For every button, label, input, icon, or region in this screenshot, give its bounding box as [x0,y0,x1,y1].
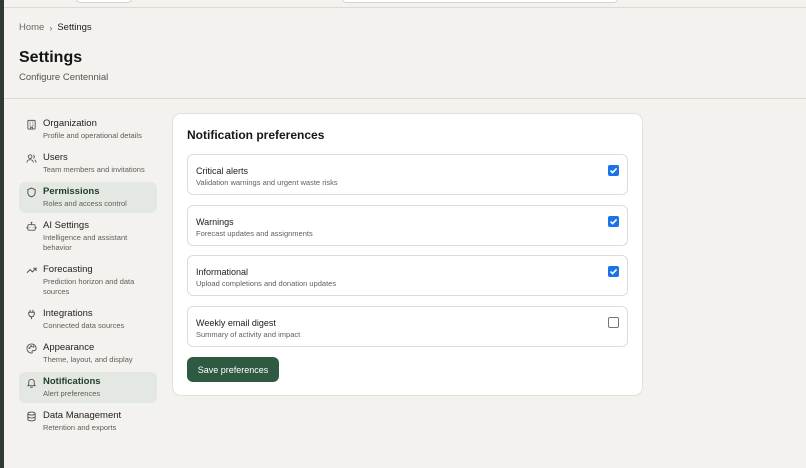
breadcrumb: Home › Settings [19,22,92,33]
breadcrumb-current: Settings [57,22,92,33]
pref-description: Forecast updates and assignments [196,229,313,238]
sidebar-item-permissions[interactable]: Permissions Roles and access control [19,182,157,213]
sidebar-item-organization[interactable]: Organization Profile and operational deta… [19,114,157,145]
page-subtitle: Configure Centennial [19,72,109,83]
sidebar-item-label: Users [43,152,68,163]
sidebar-item-label: Data Management [43,410,122,421]
sidebar-item-description: Intelligence and assistant behavior [43,233,128,252]
top-bar [4,0,806,8]
building-icon [26,119,37,130]
top-control[interactable] [76,0,132,3]
pref-row-warnings[interactable]: Warnings Forecast updates and assignment… [187,205,628,246]
sidebar-item-users[interactable]: Users Team members and invitations [19,148,157,179]
sidebar-item-appearance[interactable]: Appearance Theme, layout, and display [19,338,157,369]
save-preferences-button[interactable]: Save preferences [187,357,279,382]
pref-label: Critical alerts [196,166,249,176]
sidebar-item-label: Permissions [43,186,100,197]
pref-description: Summary of activity and impact [196,330,301,339]
sidebar-item-description: Profile and operational details [43,131,142,140]
sidebar-item-label: Forecasting [43,264,93,275]
sidebar-item-label: Integrations [43,308,93,319]
trending-up-icon [26,265,37,276]
critical-alerts-checkbox[interactable] [608,165,619,176]
sidebar-item-description: Alert preferences [43,389,101,398]
informational-checkbox[interactable] [608,266,619,277]
sidebar-item-description: Theme, layout, and display [43,355,133,364]
pref-label: Informational [196,267,249,277]
pref-description: Validation warnings and urgent waste ris… [196,178,338,187]
users-icon [26,153,37,164]
pref-label: Warnings [196,217,234,227]
sidebar-item-forecasting[interactable]: Forecasting Prediction horizon and data s… [19,260,157,301]
palette-icon [26,343,37,354]
pref-row-informational[interactable]: Informational Upload completions and don… [187,255,628,296]
sidebar-item-integrations[interactable]: Integrations Connected data sources [19,304,157,335]
sidebar-item-label: Organization [43,118,97,129]
sidebar-item-data-management[interactable]: Data Management Retention and exports [19,406,157,437]
warnings-checkbox[interactable] [608,216,619,227]
sidebar-item-notifications[interactable]: Notifications Alert preferences [19,372,157,403]
notification-preferences-card: Notification preferences Critical alerts… [172,113,643,396]
bell-icon [26,377,37,388]
header-divider [4,98,806,99]
plug-icon [26,309,37,320]
sidebar-item-label: Appearance [43,342,95,353]
pref-label: Weekly email digest [196,318,276,328]
sidebar-item-description: Team members and invitations [43,165,145,174]
pref-description: Upload completions and donation updates [196,279,337,288]
settings-sidebar: Organization Profile and operational deta… [19,114,157,440]
sidebar-item-description: Connected data sources [43,321,125,330]
global-search-input[interactable] [342,0,618,3]
shield-icon [26,187,37,198]
window-edge [0,0,4,468]
pref-row-critical-alerts[interactable]: Critical alerts Validation warnings and … [187,154,628,195]
page-title: Settings [19,49,83,66]
breadcrumb-home-link[interactable]: Home [19,22,44,33]
sidebar-item-ai-settings[interactable]: AI Settings Intelligence and assistant be… [19,216,157,257]
bot-icon [26,221,37,232]
sidebar-item-description: Retention and exports [43,423,117,432]
sidebar-item-label: AI Settings [43,220,89,231]
breadcrumb-separator: › [49,22,53,33]
sidebar-item-description: Roles and access control [43,199,127,208]
sidebar-item-description: Prediction horizon and data sources [43,277,135,296]
pref-row-weekly-email-digest[interactable]: Weekly email digest Summary of activity … [187,306,628,347]
weekly-email-digest-checkbox[interactable] [608,317,619,328]
database-icon [26,411,37,422]
sidebar-item-label: Notifications [43,376,101,387]
card-title: Notification preferences [187,128,325,142]
